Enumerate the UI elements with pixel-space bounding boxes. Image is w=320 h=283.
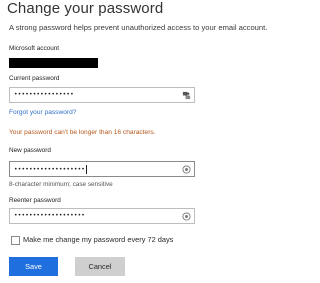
reenter-password-label: Reenter password (9, 197, 61, 204)
cancel-button[interactable]: Cancel (75, 257, 125, 276)
change-password-form: Change your password A strong password h… (0, 0, 300, 283)
reveal-password-icon[interactable] (182, 165, 191, 174)
expire-password-label[interactable]: Make me change my password every 72 days (23, 235, 173, 244)
new-password-value: ••••••••••••••••••• (14, 166, 86, 173)
new-password-hint: 8-character minimum; case sensitive (9, 181, 113, 188)
save-button[interactable]: Save (9, 257, 58, 276)
current-password-input[interactable]: •••••••••••••••• (9, 87, 195, 103)
page-subtitle: A strong password helps prevent unauthor… (9, 23, 268, 32)
current-password-value: •••••••••••••••• (14, 91, 74, 98)
redacted-account-email (9, 58, 98, 68)
new-password-input[interactable]: ••••••••••••••••••• (9, 161, 195, 177)
account-label: Microsoft account (9, 45, 60, 52)
page-title: Change your password (7, 0, 164, 17)
forgot-password-link[interactable]: Forgot your password? (9, 109, 76, 116)
text-caret (86, 165, 88, 174)
expire-password-checkbox[interactable] (11, 236, 20, 245)
current-password-label: Current password (9, 75, 60, 82)
new-password-label: New password (9, 147, 51, 154)
password-key-icon[interactable] (182, 91, 191, 100)
reenter-password-input[interactable]: ••••••••••••••••••• (9, 208, 195, 224)
error-message: Your password can't be longer than 16 ch… (9, 129, 156, 136)
reveal-password-icon[interactable] (182, 212, 191, 221)
new-password-value-wrap: ••••••••••••••••••• (14, 165, 88, 174)
reenter-password-value: ••••••••••••••••••• (14, 212, 86, 219)
